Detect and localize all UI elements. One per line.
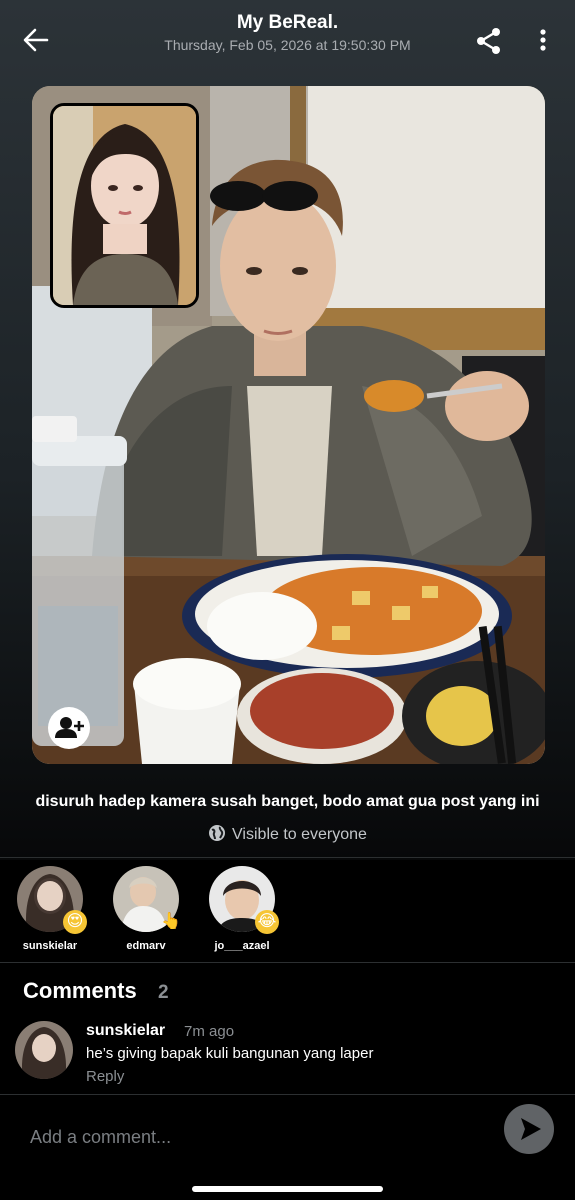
reaction-username: jo___azael — [214, 940, 270, 952]
divider — [0, 857, 575, 858]
comment-time: 7m ago — [184, 1023, 235, 1040]
reaction-sunskielar[interactable]: 😍 sunskielar — [5, 866, 95, 952]
divider — [0, 962, 575, 963]
reaction-edmarv[interactable]: 👆 edmarv — [101, 866, 191, 952]
reaction-emoji: 😍 — [63, 910, 87, 934]
divider — [0, 1094, 575, 1095]
add-person-icon — [55, 717, 84, 738]
send-button[interactable] — [504, 1104, 554, 1154]
share-button[interactable] — [474, 26, 504, 56]
visibility-label: Visible to everyone — [0, 824, 575, 847]
share-icon — [477, 28, 500, 54]
send-icon — [521, 1118, 541, 1140]
comment-username[interactable]: sunskielar — [86, 1022, 165, 1040]
more-options-button[interactable] — [532, 26, 554, 56]
reaction-jo___azael[interactable]: 😂 jo___azael — [197, 866, 287, 952]
comment-input[interactable] — [28, 1124, 492, 1150]
comments-count: 2 — [158, 982, 169, 1003]
comments-heading: Comments — [23, 978, 137, 1003]
more-vertical-icon — [540, 29, 546, 51]
avatar[interactable] — [15, 1021, 73, 1079]
post-caption: disuruh hadep kamera susah banget, bodo … — [35, 793, 540, 810]
add-friend-button[interactable] — [48, 707, 90, 749]
reaction-emoji: 😂 — [255, 910, 279, 934]
header: My BeReal. Thursday, Feb 05, 2026 at 19:… — [0, 0, 575, 80]
reaction-emoji: 👆 — [161, 913, 181, 930]
reaction-username: sunskielar — [22, 940, 78, 952]
reply-button[interactable]: Reply — [86, 1068, 124, 1085]
globe-icon — [208, 824, 226, 847]
comment-text: he’s giving bapak kuli bangunan yang lap… — [86, 1045, 374, 1062]
reaction-username: edmarv — [126, 940, 166, 952]
selfie-illustration — [53, 106, 196, 305]
visibility-text: Visible to everyone — [232, 826, 367, 843]
home-indicator[interactable] — [192, 1186, 383, 1192]
selfie-inset[interactable] — [50, 103, 199, 308]
